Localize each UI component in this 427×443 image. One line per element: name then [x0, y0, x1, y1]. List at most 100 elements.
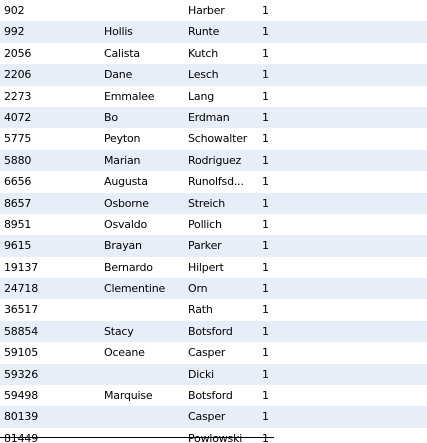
- flag-cell[interactable]: 1: [262, 321, 292, 342]
- last-name-cell[interactable]: Powlowski: [188, 428, 258, 443]
- last-name-cell[interactable]: Parker: [188, 235, 258, 256]
- last-name-cell[interactable]: Dicki: [188, 364, 258, 385]
- flag-cell[interactable]: 1: [262, 257, 292, 278]
- flag-cell[interactable]: 1: [262, 235, 292, 256]
- flag-cell[interactable]: 1: [262, 64, 292, 85]
- last-name-cell[interactable]: Orn: [188, 278, 258, 299]
- id-cell[interactable]: 4072: [4, 107, 100, 128]
- flag-cell[interactable]: 1: [262, 107, 292, 128]
- first-name-cell[interactable]: [104, 364, 180, 385]
- table-row[interactable]: 6656 Augusta Runolfsd... 1: [0, 171, 427, 193]
- id-cell[interactable]: 5775: [4, 128, 100, 149]
- last-name-cell[interactable]: Lang: [188, 86, 258, 107]
- table-row[interactable]: 9615 Brayan Parker 1: [0, 235, 427, 257]
- table-row[interactable]: 4072 Bo Erdman 1: [0, 106, 427, 129]
- table-row[interactable]: 59326 Dicki 1: [0, 363, 427, 386]
- id-cell[interactable]: 902: [4, 0, 100, 21]
- flag-cell[interactable]: 1: [262, 128, 292, 149]
- first-name-cell[interactable]: [104, 406, 180, 427]
- first-name-cell[interactable]: Emmalee: [104, 86, 180, 107]
- first-name-cell[interactable]: Clementine: [104, 278, 180, 299]
- last-name-cell[interactable]: Botsford: [188, 385, 258, 406]
- table-row[interactable]: 24718 Clementine Orn 1: [0, 278, 427, 300]
- first-name-cell[interactable]: Bo: [104, 107, 180, 128]
- last-name-cell[interactable]: Kutch: [188, 43, 258, 64]
- table-row[interactable]: 81449 Powlowski 1: [0, 427, 427, 443]
- id-cell[interactable]: 59105: [4, 342, 100, 363]
- last-name-cell[interactable]: Streich: [188, 193, 258, 214]
- table-row[interactable]: 19137 Bernardo Hilpert 1: [0, 256, 427, 279]
- first-name-cell[interactable]: [104, 0, 180, 21]
- flag-cell[interactable]: 1: [262, 193, 292, 214]
- table-row[interactable]: 58854 Stacy Botsford 1: [0, 320, 427, 343]
- id-cell[interactable]: 19137: [4, 257, 100, 278]
- id-cell[interactable]: 8951: [4, 214, 100, 235]
- id-cell[interactable]: 2273: [4, 86, 100, 107]
- first-name-cell[interactable]: [104, 299, 180, 320]
- table-row[interactable]: 5775 Peyton Schowalter 1: [0, 128, 427, 150]
- table-row[interactable]: 5880 Marian Rodriguez 1: [0, 149, 427, 172]
- table-row[interactable]: 80139 Casper 1: [0, 406, 427, 428]
- flag-cell[interactable]: 1: [262, 171, 292, 192]
- flag-cell[interactable]: 1: [262, 150, 292, 171]
- id-cell[interactable]: 992: [4, 21, 100, 42]
- flag-cell[interactable]: 1: [262, 342, 292, 363]
- id-cell[interactable]: 24718: [4, 278, 100, 299]
- id-cell[interactable]: 6656: [4, 171, 100, 192]
- last-name-cell[interactable]: Harber: [188, 0, 258, 21]
- last-name-cell[interactable]: Casper: [188, 342, 258, 363]
- last-name-cell[interactable]: Rath: [188, 299, 258, 320]
- flag-cell[interactable]: 1: [262, 428, 292, 443]
- last-name-cell[interactable]: Botsford: [188, 321, 258, 342]
- first-name-cell[interactable]: Osborne: [104, 193, 180, 214]
- first-name-cell[interactable]: Bernardo: [104, 257, 180, 278]
- flag-cell[interactable]: 1: [262, 385, 292, 406]
- id-cell[interactable]: 9615: [4, 235, 100, 256]
- last-name-cell[interactable]: Runte: [188, 21, 258, 42]
- first-name-cell[interactable]: Calista: [104, 43, 180, 64]
- flag-cell[interactable]: 1: [262, 0, 292, 21]
- first-name-cell[interactable]: Marian: [104, 150, 180, 171]
- table-row[interactable]: 2273 Emmalee Lang 1: [0, 85, 427, 107]
- last-name-cell[interactable]: Casper: [188, 406, 258, 427]
- last-name-cell[interactable]: Runolfsd...: [188, 171, 258, 192]
- first-name-cell[interactable]: Osvaldo: [104, 214, 180, 235]
- last-name-cell[interactable]: Rodriguez: [188, 150, 258, 171]
- table-row[interactable]: 2206 Dane Lesch 1: [0, 64, 427, 86]
- flag-cell[interactable]: 1: [262, 364, 292, 385]
- first-name-cell[interactable]: Oceane: [104, 342, 180, 363]
- id-cell[interactable]: 59498: [4, 385, 100, 406]
- flag-cell[interactable]: 1: [262, 406, 292, 427]
- id-cell[interactable]: 59326: [4, 364, 100, 385]
- id-cell[interactable]: 8657: [4, 193, 100, 214]
- table-row[interactable]: 8951 Osvaldo Pollich 1: [0, 213, 427, 236]
- first-name-cell[interactable]: Brayan: [104, 235, 180, 256]
- table-row[interactable]: 992 Hollis Runte 1: [0, 21, 427, 43]
- table-row[interactable]: 8657 Osborne Streich 1: [0, 192, 427, 214]
- first-name-cell[interactable]: [104, 428, 180, 443]
- id-cell[interactable]: 5880: [4, 150, 100, 171]
- first-name-cell[interactable]: Augusta: [104, 171, 180, 192]
- last-name-cell[interactable]: Pollich: [188, 214, 258, 235]
- flag-cell[interactable]: 1: [262, 86, 292, 107]
- table-row[interactable]: 59498 Marquise Botsford 1: [0, 385, 427, 407]
- flag-cell[interactable]: 1: [262, 21, 292, 42]
- id-cell[interactable]: 81449: [4, 428, 100, 443]
- last-name-cell[interactable]: Hilpert: [188, 257, 258, 278]
- last-name-cell[interactable]: Schowalter: [188, 128, 258, 149]
- id-cell[interactable]: 80139: [4, 406, 100, 427]
- id-cell[interactable]: 2206: [4, 64, 100, 85]
- id-cell[interactable]: 36517: [4, 299, 100, 320]
- table-row[interactable]: 902 Harber 1: [0, 0, 427, 22]
- first-name-cell[interactable]: Marquise: [104, 385, 180, 406]
- table-row[interactable]: 36517 Rath 1: [0, 299, 427, 321]
- id-cell[interactable]: 58854: [4, 321, 100, 342]
- flag-cell[interactable]: 1: [262, 43, 292, 64]
- flag-cell[interactable]: 1: [262, 278, 292, 299]
- last-name-cell[interactable]: Lesch: [188, 64, 258, 85]
- first-name-cell[interactable]: Dane: [104, 64, 180, 85]
- first-name-cell[interactable]: Stacy: [104, 321, 180, 342]
- first-name-cell[interactable]: Hollis: [104, 21, 180, 42]
- id-cell[interactable]: 2056: [4, 43, 100, 64]
- table-row[interactable]: 2056 Calista Kutch 1: [0, 42, 427, 65]
